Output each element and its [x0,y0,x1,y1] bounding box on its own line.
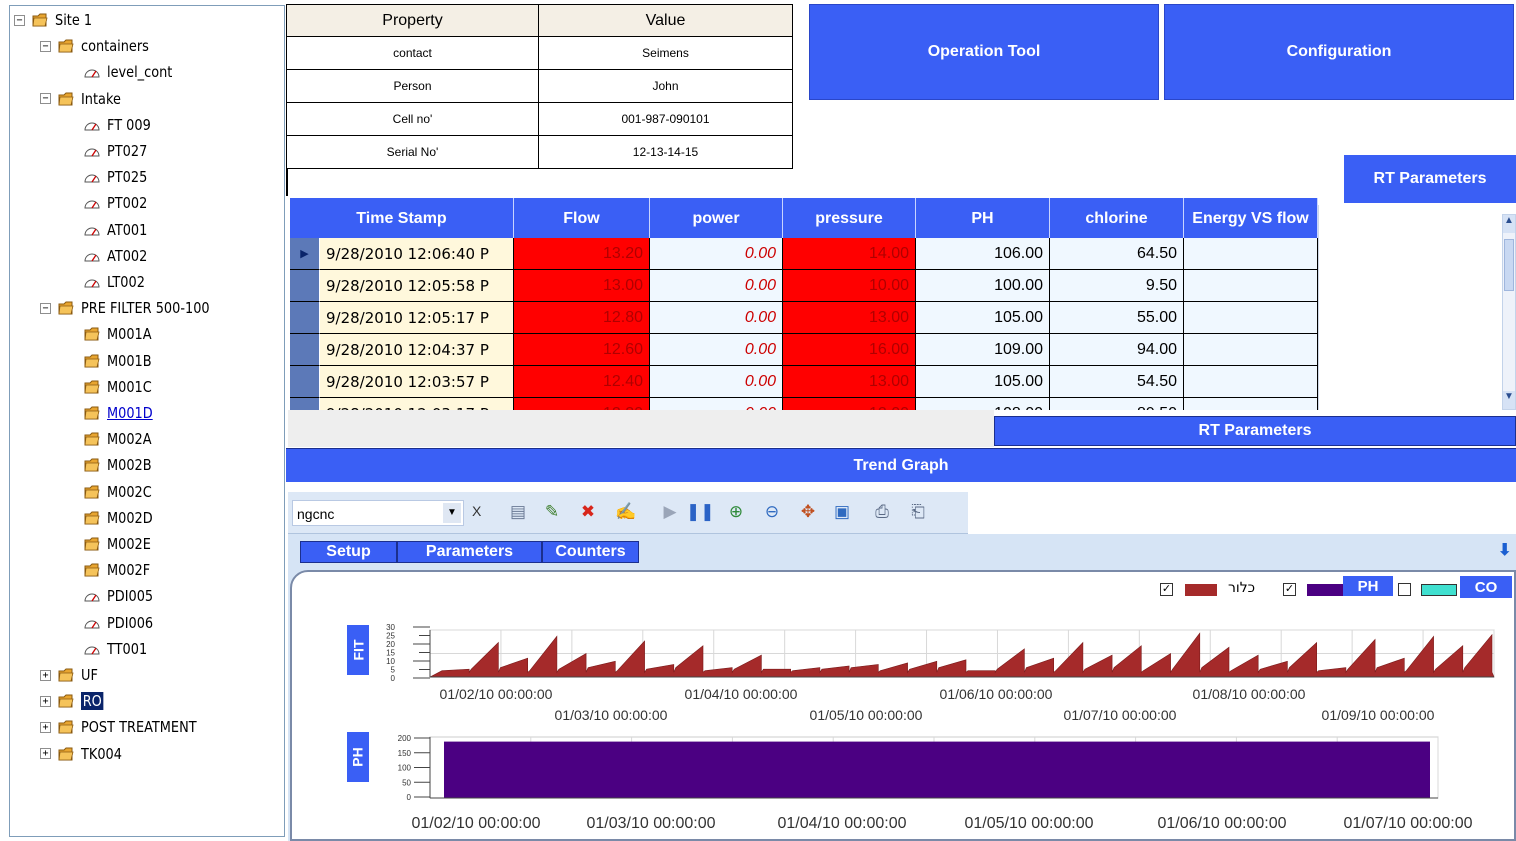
y-tick-label: 200 [398,734,412,743]
x-tick-label: 01/06/10 00:00:00 [940,686,1053,702]
y-tick-label: 0 [391,674,396,683]
x-tick-label: 01/04/10 00:00:00 [685,686,798,702]
x-tick-label: 01/05/10 00:00:00 [810,707,923,723]
y-tick-label: 50 [402,778,411,787]
y-tick-label: 0 [407,793,412,802]
trend-charts: 30252015105001/02/10 00:00:00 01/04/10 00… [386,623,1495,832]
x-tick-label: 01/08/10 00:00:00 [1193,686,1306,702]
x-tick-label: 01/03/10 00:00:00 [586,815,715,832]
x-tick-label: 01/02/10 00:00:00 [411,815,540,832]
x-tick-label: 01/09/10 00:00:00 [1322,707,1435,723]
x-tick-label: 01/05/10 00:00:00 [964,815,1093,832]
ph-series-area [444,741,1430,798]
x-tick-label: 01/07/10 00:00:00 [1343,815,1472,832]
y-tick-label: 150 [398,749,412,758]
y-tick-label: 100 [398,764,412,773]
x-tick-label: 01/06/10 00:00:00 [1157,815,1286,832]
x-tick-label: 01/07/10 00:00:00 [1064,707,1177,723]
x-tick-label: 01/02/10 00:00:00 [440,686,553,702]
x-tick-label: 01/03/10 00:00:00 [555,707,668,723]
x-tick-label: 01/04/10 00:00:00 [777,815,906,832]
